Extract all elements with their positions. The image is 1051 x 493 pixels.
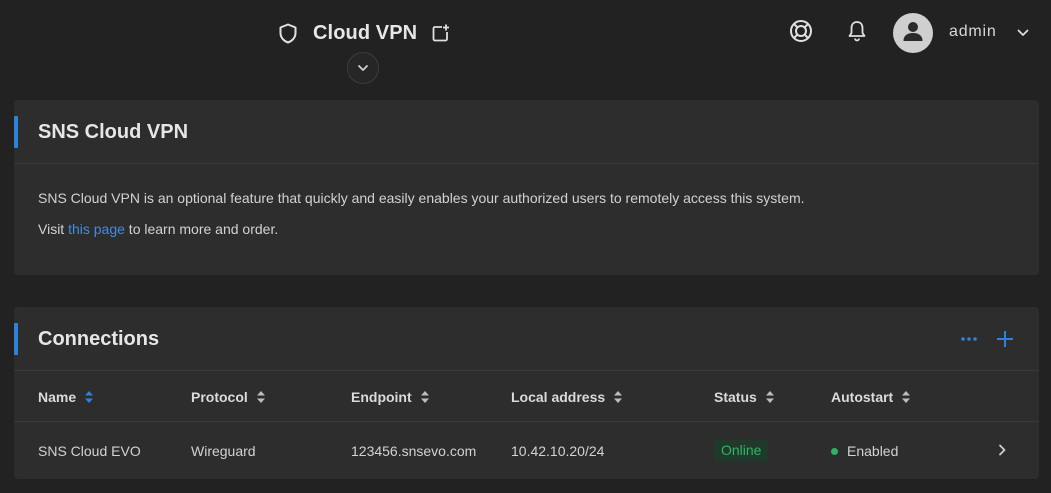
learn-more-link[interactable]: this page [68, 221, 125, 237]
sort-icon [765, 391, 774, 403]
top-bar: Cloud VPN admin [0, 0, 1051, 96]
info-card: SNS Cloud VPN SNS Cloud VPN is an option… [14, 100, 1039, 275]
column-header-label: Status [714, 389, 757, 405]
connections-title: Connections [38, 328, 160, 350]
plus-icon[interactable] [993, 327, 1017, 351]
connections-card-header: Connections [14, 307, 1039, 371]
chevron-down-icon [357, 59, 369, 77]
visit-prefix: Visit [38, 221, 69, 237]
column-header-protocol[interactable]: Protocol [191, 389, 266, 405]
column-header-status[interactable]: Status [714, 389, 775, 405]
connections-card: Connections Name Protocol Endpoint Local… [14, 307, 1039, 479]
column-header-name[interactable]: Name [38, 389, 94, 405]
autostart-cell: Enabled [831, 443, 898, 459]
column-header-label: Local address [511, 389, 606, 405]
sort-ascending-icon [85, 391, 94, 403]
table-row[interactable]: SNS Cloud EVO Wireguard 123456.snsevo.co… [14, 422, 1039, 478]
visit-suffix: to learn more and order. [124, 221, 279, 237]
sort-icon [902, 391, 911, 403]
sort-icon [420, 391, 429, 403]
page-title: Cloud VPN [313, 21, 418, 44]
cell-name: SNS Cloud EVO [38, 443, 141, 459]
bell-icon [847, 20, 867, 47]
info-card-body: SNS Cloud VPN is an optional feature tha… [14, 164, 1039, 237]
sort-icon [614, 391, 623, 403]
cell-local-address: 10.42.10.20/24 [511, 443, 605, 459]
column-header-autostart[interactable]: Autostart [831, 389, 911, 405]
autostart-label: Enabled [847, 443, 899, 459]
avatar[interactable] [893, 13, 933, 53]
cell-protocol: Wireguard [191, 443, 256, 459]
shield-icon [278, 22, 298, 44]
connections-actions [957, 327, 1017, 351]
endpoint-link[interactable]: 123456.snsevo.com [351, 443, 476, 459]
chevron-right-icon[interactable] [997, 443, 1007, 457]
status-badge: Online [714, 440, 769, 461]
sort-icon [256, 391, 265, 403]
accent-bar [14, 116, 18, 148]
status-dot [831, 447, 838, 455]
more-horizontal-icon[interactable] [957, 327, 981, 351]
table-header: Name Protocol Endpoint Local address Sta… [14, 371, 1039, 422]
info-description: SNS Cloud VPN is an optional feature tha… [38, 190, 805, 206]
info-card-header: SNS Cloud VPN [14, 100, 1039, 164]
username-label[interactable]: admin [949, 23, 997, 41]
column-header-local-address[interactable]: Local address [511, 389, 623, 405]
column-header-label: Protocol [191, 389, 248, 405]
open-new-window-icon[interactable] [431, 22, 451, 44]
column-header-endpoint[interactable]: Endpoint [351, 389, 430, 405]
notifications-button[interactable] [844, 20, 870, 46]
accent-bar [14, 323, 18, 355]
column-header-label: Name [38, 389, 77, 405]
chevron-down-icon[interactable] [1015, 26, 1031, 40]
lifebuoy-icon [789, 19, 813, 48]
info-visit-line: Visit this page to learn more and order. [38, 221, 1015, 237]
help-button[interactable] [788, 19, 814, 48]
expand-header-button[interactable] [347, 52, 379, 84]
info-card-title: SNS Cloud VPN [38, 121, 189, 143]
app-title-group: Cloud VPN [278, 20, 451, 46]
user-icon [901, 19, 925, 48]
column-header-label: Endpoint [351, 389, 412, 405]
column-header-label: Autostart [831, 389, 894, 405]
